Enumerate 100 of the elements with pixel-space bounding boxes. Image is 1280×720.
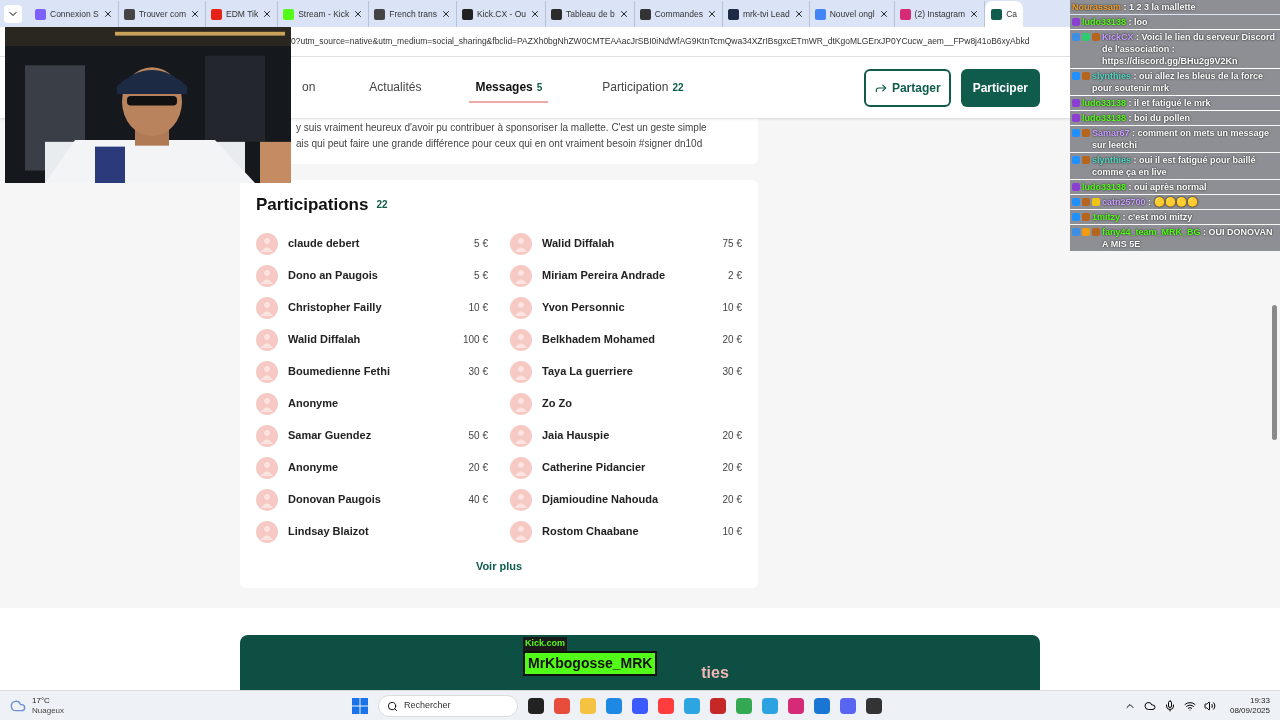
participant-name: Dono an Paugois bbox=[288, 268, 378, 284]
app-icon[interactable] bbox=[866, 698, 882, 714]
logo-site: Kick.com bbox=[523, 637, 568, 651]
chat-message: ludo33138 : loo bbox=[1082, 16, 1148, 28]
participation-count: 22 bbox=[376, 198, 388, 213]
participant-name: Boumedienne Fethi bbox=[288, 364, 391, 380]
chat-message: ludo33138 : il et fatigué le mrk bbox=[1082, 97, 1211, 109]
chat-message: slynthies : oui allez les bleus de la force pour soutenir mrk bbox=[1092, 70, 1265, 94]
nav-tab[interactable]: Actualités bbox=[363, 72, 428, 103]
tab-title: Stream - Kick bbox=[298, 7, 350, 21]
participant-name: Yvon Personnic bbox=[542, 300, 625, 316]
avatar-icon bbox=[256, 360, 278, 383]
participant-name: Walid Diffalah bbox=[288, 332, 361, 348]
tab-title: (2) Instagram bbox=[914, 7, 966, 21]
participant-amount: 50 € bbox=[468, 429, 488, 443]
close-icon[interactable] bbox=[353, 9, 364, 19]
logo-channel: MrKbogosse_MRK bbox=[523, 650, 658, 676]
participant-amount: 10 € bbox=[722, 301, 742, 315]
close-icon[interactable] bbox=[530, 9, 541, 19]
participant-name: Miriam Pereira Andrade bbox=[542, 268, 666, 284]
chat-message: Samar67 : comment on mets un message sur leetchi bbox=[1092, 127, 1271, 151]
avatar-icon bbox=[256, 264, 278, 287]
avatar-icon bbox=[256, 520, 278, 543]
nav-tab[interactable]: Participation 22 bbox=[596, 72, 690, 103]
participant-amount: 30 € bbox=[722, 365, 742, 379]
browser-tab[interactable]: Ca bbox=[985, 1, 1023, 27]
tab-title: Nouvel ongl bbox=[829, 7, 875, 21]
share-button[interactable]: Partager bbox=[863, 68, 951, 107]
tab-title: Ca bbox=[1006, 7, 1017, 21]
participant-amount: 20 € bbox=[468, 461, 488, 475]
participant-name: Donovan Paugois bbox=[288, 492, 381, 508]
participant-amount: 20 € bbox=[722, 461, 742, 475]
close-icon[interactable] bbox=[706, 9, 717, 19]
avatar-icon bbox=[510, 456, 532, 479]
participant-amount: 30 € bbox=[468, 365, 488, 379]
close-icon[interactable] bbox=[618, 9, 629, 19]
avatar-icon bbox=[510, 488, 532, 511]
tab-title: French trans bbox=[389, 7, 437, 21]
chat-message: catn25700 : 🟡🟡🟡🟡 bbox=[1102, 196, 1198, 208]
chat-message: KickCX : Voici le lien du serveur Discord de l'association : https://discord.gg/BHu2g9V2Kn bbox=[1102, 31, 1276, 67]
app-icon[interactable] bbox=[528, 698, 544, 714]
close-icon[interactable] bbox=[878, 9, 889, 19]
participant-name: Christopher Failly bbox=[288, 300, 382, 316]
nav-tab[interactable]: on bbox=[296, 72, 322, 103]
close-icon[interactable] bbox=[969, 9, 980, 19]
participant-name: Djamioudine Nahouda bbox=[542, 492, 659, 508]
search-placeholder: Rechercher bbox=[404, 699, 451, 713]
address-bar[interactable]: 0?utm_source=native&utm_medium=social_sharing&fbclid=PAZXh0bgNhZW0CMTEAAacJrSBI0iNdWfAG9KtnTcmQwa34XZrIBsgxcETmWR_dtKgoMLGErxJP0YCucw_aem__FPw8j41oB6xyAbkd bbox=[291, 35, 1030, 48]
message-text: y suis vraiment heureux d'avoir pu contribuer à sponsoriser la mallette. C'est un geste simple bbox=[296, 121, 708, 135]
participant-name: claude debert bbox=[288, 236, 360, 252]
close-icon[interactable] bbox=[102, 9, 113, 19]
close-icon[interactable] bbox=[262, 9, 273, 19]
participant-name: Anonyme bbox=[288, 460, 339, 476]
temperature-text: 17°C bbox=[32, 695, 51, 706]
participant-amount: 20 € bbox=[722, 333, 742, 347]
avatar-icon bbox=[510, 520, 532, 543]
participant-name: Jaia Hauspie bbox=[542, 428, 610, 444]
close-icon[interactable] bbox=[793, 9, 804, 19]
taskbar-search-field[interactable]: Rechercher bbox=[378, 695, 518, 717]
participant-amount: 100 € bbox=[462, 333, 488, 347]
tab-title: EDM Tik bbox=[226, 7, 259, 21]
tab-title: Connexion S bbox=[50, 7, 99, 21]
see-more-link[interactable]: Voir plus bbox=[475, 557, 523, 574]
participant-name: Taya La guerriere bbox=[542, 364, 633, 380]
close-icon[interactable] bbox=[190, 9, 201, 19]
start-icon[interactable] bbox=[352, 698, 368, 714]
wifi-icon[interactable] bbox=[1183, 699, 1196, 712]
avatar-icon bbox=[256, 488, 278, 511]
tab-title: Commandes bbox=[654, 7, 703, 21]
avatar-icon bbox=[256, 392, 278, 415]
participant-amount: 75 € bbox=[722, 237, 742, 251]
tab-title: Tableau de b bbox=[566, 7, 615, 21]
volume-icon[interactable] bbox=[1203, 699, 1216, 712]
cloud-icon[interactable] bbox=[1143, 699, 1156, 712]
participant-amount: 10 € bbox=[468, 301, 488, 315]
mic-icon[interactable] bbox=[1163, 699, 1176, 712]
banner-title: ties bbox=[701, 663, 729, 683]
chat-message: slynthies : oui il est fatigué pour baillé comme ça en live bbox=[1092, 154, 1257, 178]
avatar-icon bbox=[256, 296, 278, 319]
chat-message: 1mitzy : c'est moi mitzy bbox=[1092, 211, 1193, 223]
chat-message: ludo33138 : boi du pollen bbox=[1082, 112, 1191, 124]
close-icon[interactable] bbox=[440, 9, 451, 19]
avatar-icon bbox=[510, 264, 532, 287]
participant-amount: 20 € bbox=[722, 429, 742, 443]
tab-title: Kick.CX - Ou bbox=[476, 7, 527, 21]
participant-name: Walid Diffalah bbox=[542, 236, 615, 252]
clock-time: 19:33 bbox=[1249, 695, 1270, 706]
search-icon bbox=[387, 700, 398, 712]
avatar-icon bbox=[510, 392, 532, 415]
avatar-icon bbox=[256, 232, 278, 255]
message-text: ais qui peut faire une grande différence pour ceux qui en ont vraiment besoin #signer dn10d bbox=[296, 137, 704, 151]
participate-button[interactable]: Participer bbox=[960, 68, 1040, 107]
avatar-icon bbox=[510, 296, 532, 319]
chat-message: fany44_team_MRK_BG : OUI DONOVAN A MIS 5E bbox=[1102, 226, 1274, 250]
participant-amount: 2 € bbox=[728, 269, 742, 283]
participant-amount: 5 € bbox=[474, 269, 488, 283]
nav-tab[interactable]: Messages 5 bbox=[469, 72, 549, 103]
tab-list-button[interactable] bbox=[4, 5, 22, 23]
participant-name: Belkhadem Mohamed bbox=[542, 332, 656, 348]
avatar-icon bbox=[256, 456, 278, 479]
